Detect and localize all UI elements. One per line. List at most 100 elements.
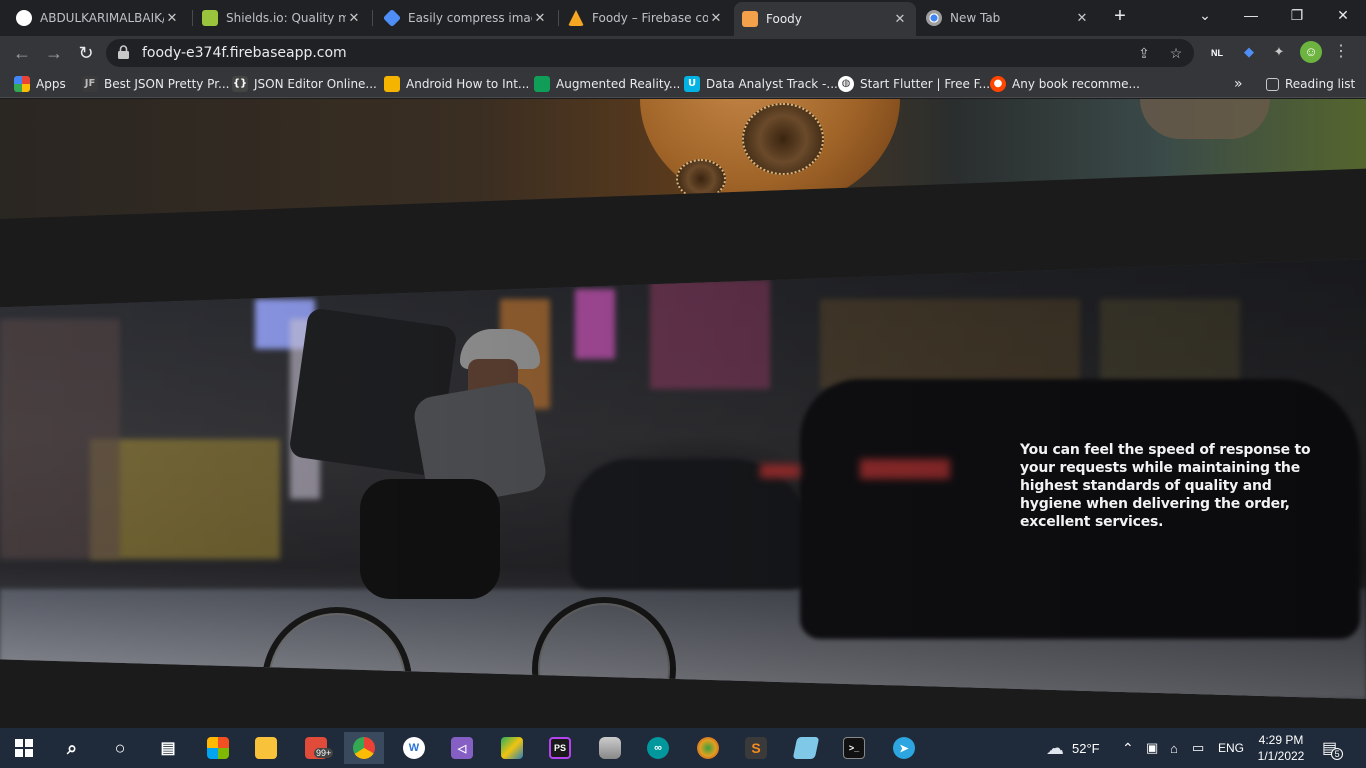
bookmark-label: Android How to Int... [406, 77, 530, 91]
bookmark-json-pretty[interactable]: JF Best JSON Pretty Pr... [82, 75, 229, 93]
taskbar-app-swirl[interactable] [688, 732, 728, 764]
menu-icon[interactable]: ⋮ [1330, 41, 1352, 63]
notification-center-button[interactable]: ▤ 5 [1322, 728, 1349, 768]
tab-compress[interactable]: Easily compress image ✕ [376, 4, 556, 32]
weather-widget[interactable]: ☁ 52°F [1046, 728, 1100, 768]
forward-icon[interactable]: → [42, 41, 66, 65]
close-icon[interactable]: ✕ [1074, 10, 1090, 26]
meet-now-icon[interactable]: ▣ [1146, 728, 1158, 768]
tab-title: New Tab [950, 11, 1001, 25]
tab-github[interactable]: ABDULKARIMALBAIK/ ✕ [8, 4, 188, 32]
reddit-icon: ● [990, 76, 1006, 92]
tab-title: Foody [766, 12, 802, 26]
extension-blue-icon[interactable]: ◆ [1238, 41, 1260, 63]
visual-studio-icon: ◁ [451, 737, 473, 759]
reload-icon[interactable]: ↻ [74, 41, 98, 65]
github-icon [16, 10, 32, 26]
extension-nl-icon[interactable]: NL [1206, 41, 1228, 63]
minimize-icon[interactable]: — [1228, 0, 1274, 32]
bookmark-android[interactable]: Android How to Int... [384, 75, 529, 93]
close-icon[interactable]: ✕ [346, 10, 362, 26]
bookmark-augmented-reality[interactable]: Augmented Reality... [534, 75, 680, 93]
taskbar-app-visual-studio[interactable]: ◁ [442, 732, 482, 764]
ar-icon [534, 76, 550, 92]
notification-count: 5 [1331, 748, 1344, 760]
profile-avatar[interactable]: ☺ [1300, 41, 1322, 63]
bookmark-start-flutter[interactable]: ◍ Start Flutter | Free F... [838, 75, 990, 93]
arduino-icon: ∞ [647, 737, 669, 759]
reading-list-button[interactable]: Reading list [1266, 75, 1355, 93]
cloud-icon: ☁ [1046, 737, 1064, 758]
bookmark-data-analyst[interactable]: U Data Analyst Track -... [684, 75, 838, 93]
taskbar-app-badge[interactable]: 99+ [296, 732, 336, 764]
taskbar-app-writer[interactable]: W [394, 732, 434, 764]
reading-list-label: Reading list [1285, 77, 1356, 91]
tab-new-tab[interactable]: New Tab ✕ [918, 4, 1098, 32]
taskbar-app-tool[interactable] [492, 732, 532, 764]
apps-grid-icon [14, 76, 30, 92]
taskbar-app-store[interactable] [198, 732, 238, 764]
notebook-icon [792, 737, 820, 759]
bookmark-label: Best JSON Pretty Pr... [104, 77, 230, 91]
taskbar-app-phpstorm[interactable]: PS [540, 732, 580, 764]
taskbar-app-terminal[interactable]: >_ [834, 732, 874, 764]
address-bar[interactable]: foody-e374f.firebaseapp.com ⇪ ☆ [106, 39, 1194, 67]
foody-icon [742, 11, 758, 27]
taskbar-app-chrome[interactable] [344, 732, 384, 764]
start-button[interactable] [4, 732, 44, 764]
taskbar-app-explorer[interactable] [246, 732, 286, 764]
page-content: You can feel the speed of response to yo… [0, 99, 1366, 728]
bookmark-star-icon[interactable]: ☆ [1168, 45, 1184, 61]
url-text: foody-e374f.firebaseapp.com [142, 45, 347, 61]
taskbar-app-arduino[interactable]: ∞ [638, 732, 678, 764]
tab-strip: ABDULKARIMALBAIK/ ✕ Shields.io: Quality … [0, 0, 1366, 36]
cortana-button[interactable]: ○ [100, 732, 140, 764]
taskbar-search-button[interactable]: ⌕ [52, 732, 92, 764]
taskbar-app-sublime[interactable]: S [736, 732, 776, 764]
android-icon [384, 76, 400, 92]
tab-title: Shields.io: Quality met [226, 11, 346, 25]
tab-firebase-console[interactable]: Foody – Firebase cons ✕ [560, 4, 732, 32]
new-tab-button[interactable]: + [1108, 5, 1132, 29]
firebase-icon [568, 10, 584, 26]
task-view-button[interactable]: ▤ [148, 732, 188, 764]
tab-title: Easily compress image [408, 11, 532, 25]
lute-rosette-small [676, 159, 726, 199]
more-bookmarks-button[interactable]: » [1234, 75, 1243, 93]
reading-list-icon [1266, 77, 1279, 91]
tab-title: Foody – Firebase cons [592, 11, 708, 25]
taskbar-app-database[interactable] [590, 732, 630, 764]
bookmark-apps[interactable]: Apps [14, 75, 66, 93]
chrome-icon [926, 10, 942, 26]
language-indicator[interactable]: ENG [1218, 728, 1244, 768]
bookmarks-bar: Apps JF Best JSON Pretty Pr... {} JSON E… [0, 70, 1366, 98]
bookmark-json-editor[interactable]: {} JSON Editor Online... [232, 75, 377, 93]
share-icon[interactable]: ⇪ [1136, 45, 1152, 61]
battery-icon[interactable]: ▭ [1192, 728, 1204, 768]
usb-icon[interactable]: ⌂ [1170, 728, 1178, 768]
tab-shields[interactable]: Shields.io: Quality met ✕ [194, 4, 370, 32]
bookmark-book-recommend[interactable]: ● Any book recomme... [990, 75, 1140, 93]
close-icon[interactable]: ✕ [164, 10, 180, 26]
close-window-icon[interactable]: ✕ [1320, 0, 1366, 32]
taskbar-app-notebook[interactable] [786, 732, 826, 764]
close-icon[interactable]: ✕ [708, 10, 724, 26]
restore-icon[interactable]: ❐ [1274, 0, 1320, 32]
extensions-puzzle-icon[interactable]: ✦ [1268, 41, 1290, 63]
taskbar-app-telegram[interactable]: ➤ [884, 732, 924, 764]
close-icon[interactable]: ✕ [892, 11, 908, 27]
tool-icon [501, 737, 523, 759]
show-hidden-icons-icon[interactable]: ⌃ [1122, 728, 1134, 768]
file-explorer-icon [255, 737, 277, 759]
chrome-icon [353, 737, 375, 759]
tab-foody[interactable]: Foody ✕ [734, 2, 916, 36]
database-icon [599, 737, 621, 759]
close-icon[interactable]: ✕ [532, 10, 548, 26]
extension-badge: NL [1211, 48, 1223, 58]
system-clock[interactable]: 4:29 PM 1/1/2022 [1252, 732, 1310, 764]
back-icon[interactable]: ← [10, 41, 34, 65]
tab-search-icon[interactable]: ⌄ [1182, 0, 1228, 32]
bookmark-label: JSON Editor Online... [254, 77, 377, 91]
windows-taskbar: ⌕ ○ ▤ 99+ W ◁ PS ∞ S >_ ➤ ☁ 52°F ⌃ ▣ ⌂ ▭… [0, 728, 1366, 768]
bookmark-label: Augmented Reality... [556, 77, 681, 91]
